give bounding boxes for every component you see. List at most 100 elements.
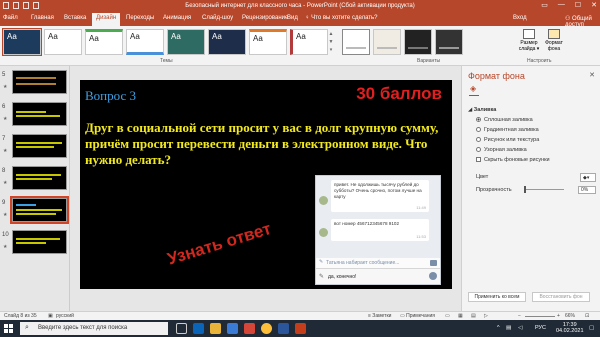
- tab-file[interactable]: Файл: [3, 15, 18, 21]
- slide-thumbnail-8[interactable]: 8 ★: [2, 166, 68, 192]
- scroll-up-icon[interactable]: ▲: [327, 30, 335, 38]
- variant-thumbnail[interactable]: [373, 29, 401, 55]
- zoom-in-icon[interactable]: +: [557, 313, 560, 319]
- input-language[interactable]: РУС: [535, 325, 546, 331]
- tell-me-search[interactable]: ♀ Что вы хотите сделать?: [305, 15, 378, 21]
- tray-expand-icon[interactable]: ^: [497, 325, 500, 331]
- tab-review[interactable]: Рецензирование: [242, 15, 288, 21]
- network-icon[interactable]: ▤: [506, 325, 511, 331]
- minimize-button[interactable]: —: [558, 1, 565, 9]
- mail-icon[interactable]: [244, 323, 255, 334]
- slide-size-button[interactable]: Размер слайда ▾: [518, 29, 540, 52]
- volume-icon[interactable]: ◁: [518, 325, 522, 331]
- notifications-icon[interactable]: ▢: [589, 325, 594, 331]
- gradient-fill-radio[interactable]: Градиентная заливка: [476, 127, 539, 133]
- color-picker[interactable]: ◆▾: [580, 173, 596, 182]
- zoom-slider[interactable]: [525, 316, 555, 317]
- customize-group-label: Настроить: [527, 58, 552, 64]
- sign-in-link[interactable]: Вход: [513, 15, 527, 21]
- taskbar-clock[interactable]: 17:39 04.02.2021: [556, 322, 584, 334]
- zoom-out-icon[interactable]: −: [518, 313, 521, 319]
- reset-background-button[interactable]: Восстановить фон: [532, 292, 590, 302]
- hide-background-checkbox[interactable]: Скрыть фоновые рисунки: [476, 157, 550, 163]
- scroll-down-icon[interactable]: ▼: [327, 38, 335, 46]
- file-explorer-icon[interactable]: [210, 323, 221, 334]
- store-icon[interactable]: [227, 323, 238, 334]
- slideshow-view-icon[interactable]: ▷: [484, 313, 488, 319]
- title-bar: Безопасный интернет для классного часа -…: [0, 0, 600, 12]
- notes-button[interactable]: ≡ Заметки: [368, 313, 391, 319]
- slide-sorter-icon[interactable]: ▦: [458, 313, 463, 319]
- theme-thumbnail[interactable]: Aa: [126, 29, 164, 55]
- theme-thumbnail[interactable]: Aa: [44, 29, 82, 55]
- theme-thumbnail[interactable]: Aa: [208, 29, 246, 55]
- current-slide[interactable]: Вопрос 3 30 баллов Друг в социальной сет…: [80, 80, 452, 289]
- zoom-level[interactable]: 66%: [565, 313, 575, 319]
- language-indicator[interactable]: русский: [56, 313, 74, 319]
- slide-thumbnail-panel[interactable]: 5 ★ 6 ★ 7 ★ 8 ★ 9 ★ 10 ★: [0, 66, 70, 311]
- fill-section-header[interactable]: ◢ Заливка: [468, 107, 496, 113]
- task-view-icon[interactable]: [176, 323, 187, 334]
- taskbar-search[interactable]: ⌕ Введите здесь текст для поиска: [20, 322, 168, 335]
- tab-design[interactable]: Дизайн: [92, 13, 121, 26]
- chat-screenshot[interactable]: привет. Не одолжишь тысячу рублей до суб…: [315, 175, 441, 285]
- spellcheck-icon[interactable]: ▣: [48, 313, 53, 319]
- ribbon-tabs: Файл Главная Вставка Дизайн Переходы Ани…: [0, 12, 600, 28]
- slide-thumbnail-10[interactable]: 10 ★: [2, 230, 68, 256]
- ribbon-display-options-button[interactable]: ▭: [541, 1, 548, 9]
- question-text[interactable]: Друг в социальной сети просит у вас в до…: [85, 120, 445, 168]
- ribbon-design: Aa Aa Aa Aa Aa Aa Aa Aa ▲ ▼ ▾ Темы Вариа…: [0, 26, 600, 66]
- slide-thumbnail-7[interactable]: 7 ★: [2, 134, 68, 160]
- search-icon: ⌕: [25, 324, 29, 331]
- solid-fill-radio[interactable]: Сплошная заливка: [476, 117, 533, 123]
- reading-view-icon[interactable]: ▤: [471, 313, 476, 319]
- transparency-input[interactable]: 0%: [578, 186, 596, 194]
- word-icon[interactable]: [278, 323, 289, 334]
- maximize-button[interactable]: ☐: [575, 1, 581, 9]
- format-background-button[interactable]: Формат фона: [543, 29, 565, 52]
- variants-group-label: Варианты: [417, 58, 441, 64]
- normal-view-icon[interactable]: ▭: [445, 313, 450, 319]
- color-label: Цвет: [476, 174, 489, 180]
- powerpoint-icon[interactable]: [295, 323, 306, 334]
- picture-fill-radio[interactable]: Рисунок или текстура: [476, 137, 539, 143]
- tab-view[interactable]: Вид: [287, 15, 298, 21]
- close-button[interactable]: ✕: [591, 1, 597, 9]
- theme-gallery-scroll[interactable]: ▲ ▼ ▾: [327, 30, 335, 55]
- question-title[interactable]: Вопрос 3: [85, 88, 136, 104]
- animation-star-icon: ★: [3, 244, 8, 250]
- theme-thumbnail[interactable]: Aa: [249, 29, 287, 55]
- tab-insert[interactable]: Вставка: [64, 15, 86, 21]
- slide-editing-area[interactable]: Вопрос 3 30 баллов Друг в социальной сет…: [70, 66, 461, 311]
- close-pane-icon[interactable]: ✕: [589, 71, 595, 79]
- apply-to-all-button[interactable]: Применить ко всем: [468, 292, 526, 302]
- slide-thumbnail-6[interactable]: 6 ★: [2, 102, 68, 128]
- transparency-label: Прозрачность: [476, 187, 512, 193]
- edge-icon[interactable]: [193, 323, 204, 334]
- pattern-fill-radio[interactable]: Узорная заливка: [476, 147, 527, 153]
- slide-thumbnail-9[interactable]: 9 ★: [2, 196, 69, 224]
- windows-start-icon[interactable]: [4, 324, 13, 333]
- transparency-slider[interactable]: [524, 186, 564, 193]
- variant-thumbnail[interactable]: [435, 29, 463, 55]
- theme-thumbnail[interactable]: Aa: [167, 29, 205, 55]
- tab-home[interactable]: Главная: [31, 15, 54, 21]
- tab-animations[interactable]: Анимация: [163, 15, 191, 21]
- fit-to-window-icon[interactable]: ⊡: [585, 313, 589, 319]
- comments-button[interactable]: ▭ Примечания: [400, 313, 435, 319]
- variant-thumbnail[interactable]: [342, 29, 370, 55]
- slide-thumbnail-5[interactable]: 5 ★: [2, 70, 68, 96]
- score-label[interactable]: 30 баллов: [356, 84, 442, 104]
- theme-thumbnail[interactable]: Aa: [2, 28, 42, 56]
- theme-thumbnail[interactable]: Aa: [290, 29, 328, 55]
- expand-gallery-icon[interactable]: ▾: [327, 46, 335, 54]
- theme-thumbnail[interactable]: Aa: [85, 29, 123, 55]
- fill-bucket-icon[interactable]: ◈: [470, 84, 476, 93]
- slide-counter: Слайд 8 из 35: [4, 313, 37, 319]
- avatar: [319, 196, 328, 205]
- tab-transitions[interactable]: Переходы: [126, 15, 154, 21]
- tab-slideshow[interactable]: Слайд-шоу: [202, 15, 233, 21]
- variant-thumbnail[interactable]: [404, 29, 432, 55]
- show-answer-link[interactable]: Узнать ответ: [165, 219, 274, 270]
- chrome-icon[interactable]: [261, 323, 272, 334]
